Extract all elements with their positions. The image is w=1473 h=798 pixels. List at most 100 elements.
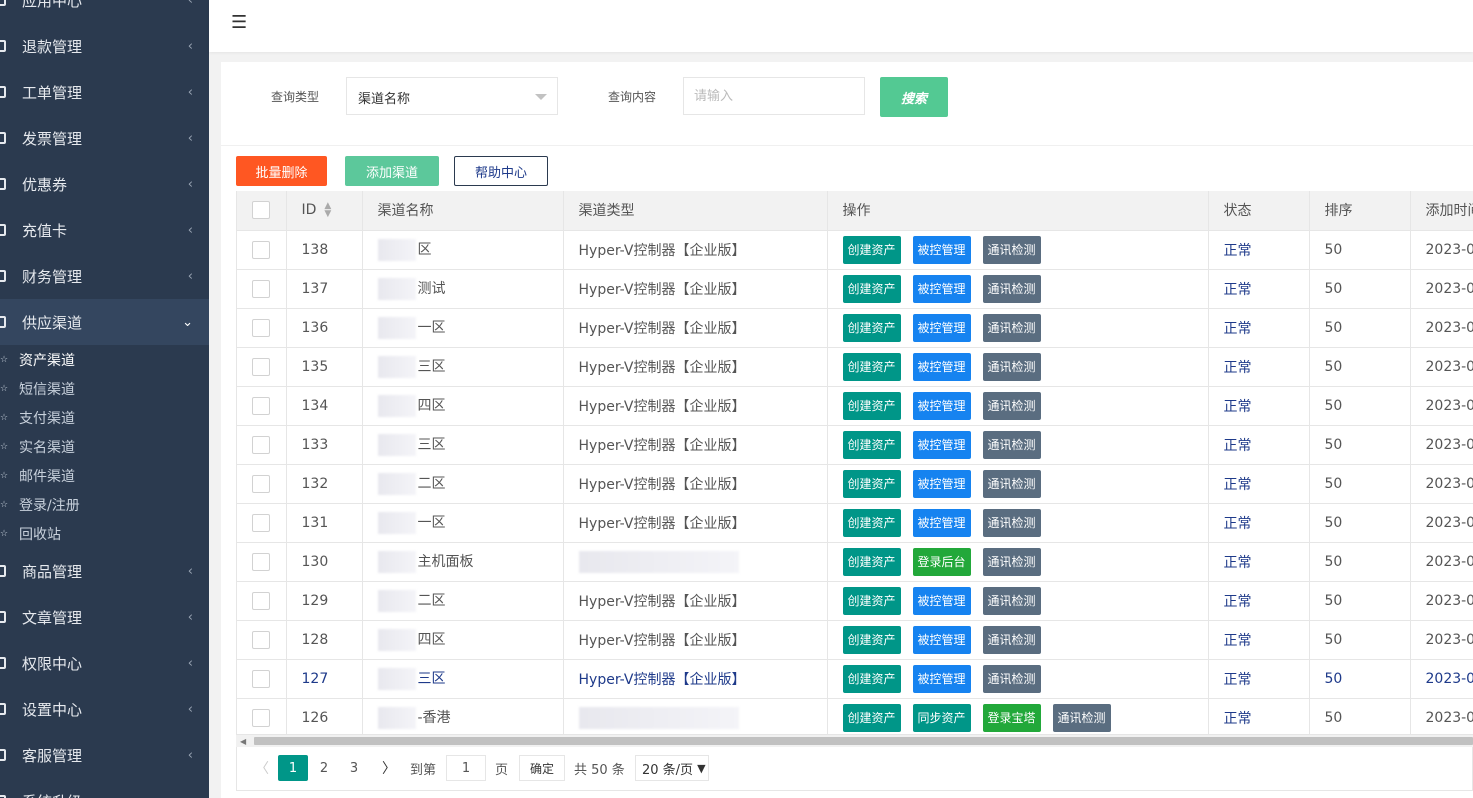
page-1-button[interactable]: 1 — [278, 755, 308, 781]
cell-status[interactable]: 正常 — [1208, 269, 1310, 309]
op-button[interactable]: 创建资产 — [842, 664, 901, 693]
op-button[interactable]: 被控管理 — [912, 352, 971, 381]
scrollbar-thumb[interactable] — [254, 737, 1473, 745]
op-button[interactable]: 创建资产 — [842, 274, 901, 303]
page-size-select[interactable]: 20 条/页 ▼ — [635, 755, 709, 781]
sidebar-item-invoice[interactable]: 发票管理 ‹ — [0, 115, 209, 161]
op-button[interactable]: 创建资产 — [842, 586, 901, 615]
goto-page-input[interactable]: 1 — [446, 755, 486, 781]
sidebar-item-app-center[interactable]: 应用中心 ‹ — [0, 0, 209, 23]
op-button[interactable]: 通讯检测 — [982, 352, 1041, 381]
op-button[interactable]: 通讯检测 — [982, 235, 1041, 264]
op-button[interactable]: 通讯检测 — [1052, 703, 1111, 732]
next-page-icon[interactable]: 〉 — [382, 755, 396, 781]
op-button[interactable]: 通讯检测 — [982, 430, 1041, 459]
help-center-button[interactable]: 帮助中心 — [454, 156, 548, 186]
op-button[interactable]: 创建资产 — [842, 430, 901, 459]
row-select-cell[interactable] — [237, 503, 287, 543]
op-button[interactable]: 通讯检测 — [982, 313, 1041, 342]
op-button[interactable]: 通讯检测 — [982, 274, 1041, 303]
sidebar-item-customer-service[interactable]: 客服管理 ‹ — [0, 732, 209, 778]
cell-status[interactable]: 正常 — [1208, 620, 1310, 660]
op-button[interactable]: 创建资产 — [842, 703, 901, 732]
op-button[interactable]: 创建资产 — [842, 469, 901, 498]
op-button[interactable]: 被控管理 — [912, 625, 971, 654]
row-checkbox[interactable] — [252, 435, 270, 454]
row-select-cell[interactable] — [237, 386, 287, 426]
scroll-left-icon[interactable]: ◀ — [240, 737, 246, 746]
prev-page-icon[interactable]: 〈 — [255, 755, 269, 781]
op-button[interactable]: 通讯检测 — [982, 508, 1041, 537]
row-checkbox[interactable] — [252, 630, 270, 649]
sort-icon[interactable]: ▲ ▼ — [324, 202, 331, 219]
op-button[interactable]: 被控管理 — [912, 235, 971, 264]
row-select-cell[interactable] — [237, 269, 287, 309]
header-id[interactable]: ID ▲ ▼ — [286, 191, 363, 231]
sidebar-item-product[interactable]: 商品管理 ‹ — [0, 548, 209, 594]
row-checkbox[interactable] — [252, 669, 270, 688]
row-select-cell[interactable] — [237, 230, 287, 270]
op-button[interactable]: 创建资产 — [842, 352, 901, 381]
op-button[interactable]: 被控管理 — [912, 469, 971, 498]
cell-status[interactable]: 正常 — [1208, 386, 1310, 426]
op-button[interactable]: 创建资产 — [842, 547, 901, 576]
op-button[interactable]: 通讯检测 — [982, 664, 1041, 693]
sidebar-subitem-payment[interactable]: ☆ 支付渠道 — [0, 403, 209, 432]
op-button[interactable]: 被控管理 — [912, 391, 971, 420]
sidebar-item-settings[interactable]: 设置中心 ‹ — [0, 686, 209, 732]
row-checkbox[interactable] — [252, 591, 270, 610]
op-button[interactable]: 创建资产 — [842, 313, 901, 342]
op-button[interactable]: 被控管理 — [912, 274, 971, 303]
row-select-cell[interactable] — [237, 347, 287, 387]
cell-status[interactable]: 正常 — [1208, 308, 1310, 348]
add-channel-button[interactable]: 添加渠道 — [345, 156, 439, 186]
row-select-cell[interactable] — [237, 620, 287, 660]
sidebar-subitem-realname[interactable]: ☆ 实名渠道 — [0, 432, 209, 461]
row-checkbox[interactable] — [252, 357, 270, 376]
op-button[interactable]: 创建资产 — [842, 235, 901, 264]
op-button[interactable]: 通讯检测 — [982, 547, 1041, 576]
op-button[interactable]: 被控管理 — [912, 430, 971, 459]
row-checkbox[interactable] — [252, 318, 270, 337]
query-type-select[interactable]: 渠道名称 — [346, 77, 558, 115]
sidebar-subitem-email[interactable]: ☆ 邮件渠道 — [0, 461, 209, 490]
sidebar-item-article[interactable]: 文章管理 ‹ — [0, 594, 209, 640]
sidebar-subitem-recycle-bin[interactable]: ☆ 回收站 — [0, 519, 209, 548]
op-button[interactable]: 通讯检测 — [982, 586, 1041, 615]
page-3-button[interactable]: 3 — [339, 755, 369, 781]
cell-status[interactable]: 正常 — [1208, 464, 1310, 504]
op-button[interactable]: 通讯检测 — [982, 625, 1041, 654]
sidebar-subitem-asset[interactable]: ☆ 资产渠道 — [0, 345, 209, 374]
cell-status[interactable]: 正常 — [1208, 659, 1310, 699]
row-checkbox[interactable] — [252, 552, 270, 571]
op-button[interactable]: 登录后台 — [912, 547, 971, 576]
op-button[interactable]: 通讯检测 — [982, 391, 1041, 420]
row-select-cell[interactable] — [237, 542, 287, 582]
row-checkbox[interactable] — [252, 240, 270, 259]
sidebar-subitem-login-register[interactable]: ☆ 登录/注册 — [0, 490, 209, 519]
op-button[interactable]: 创建资产 — [842, 508, 901, 537]
row-checkbox[interactable] — [252, 708, 270, 727]
cell-status[interactable]: 正常 — [1208, 503, 1310, 543]
cell-status[interactable]: 正常 — [1208, 542, 1310, 582]
row-select-cell[interactable] — [237, 698, 287, 735]
row-select-cell[interactable] — [237, 425, 287, 465]
query-content-input[interactable] — [683, 77, 865, 115]
batch-delete-button[interactable]: 批量删除 — [236, 156, 327, 186]
sidebar-item-refund[interactable]: 退款管理 ‹ — [0, 23, 209, 69]
row-select-cell[interactable] — [237, 464, 287, 504]
op-button[interactable]: 创建资产 — [842, 391, 901, 420]
op-button[interactable]: 被控管理 — [912, 586, 971, 615]
cell-status[interactable]: 正常 — [1208, 347, 1310, 387]
row-select-cell[interactable] — [237, 581, 287, 621]
row-checkbox[interactable] — [252, 396, 270, 415]
op-button[interactable]: 创建资产 — [842, 625, 901, 654]
op-button[interactable]: 被控管理 — [912, 664, 971, 693]
header-select-all[interactable] — [237, 191, 287, 231]
sidebar-item-ticket[interactable]: 工单管理 ‹ — [0, 69, 209, 115]
op-button[interactable]: 被控管理 — [912, 313, 971, 342]
sidebar-subitem-sms[interactable]: ☆ 短信渠道 — [0, 374, 209, 403]
select-all-checkbox[interactable] — [252, 201, 270, 220]
sidebar-item-coupon[interactable]: 优惠券 ‹ — [0, 161, 209, 207]
cell-status[interactable]: 正常 — [1208, 581, 1310, 621]
